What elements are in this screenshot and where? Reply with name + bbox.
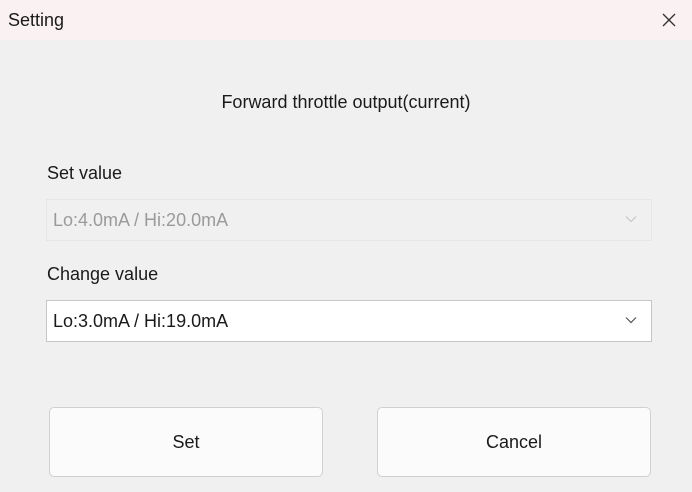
set-value-label: Set value <box>47 163 123 183</box>
set-value-selected: Lo:4.0mA / Hi:20.0mA <box>53 210 229 230</box>
title-bar: Setting <box>0 0 692 40</box>
close-icon <box>662 13 676 27</box>
change-value-selected: Lo:3.0mA / Hi:19.0mA <box>53 311 229 331</box>
window-title: Setting <box>8 10 65 30</box>
chevron-down-icon <box>625 317 637 324</box>
dialog-heading: Forward throttle output(current) <box>221 92 471 112</box>
close-button[interactable] <box>646 0 692 40</box>
set-button[interactable]: Set <box>49 407 323 477</box>
change-value-label: Change value <box>47 264 159 284</box>
chevron-down-icon <box>625 216 637 223</box>
change-value-dropdown[interactable]: Lo:3.0mA / Hi:19.0mA <box>46 300 652 342</box>
setting-dialog: Setting Forward throttle output(current)… <box>0 0 692 492</box>
cancel-button[interactable]: Cancel <box>377 407 651 477</box>
set-value-dropdown: Lo:4.0mA / Hi:20.0mA <box>46 199 652 241</box>
